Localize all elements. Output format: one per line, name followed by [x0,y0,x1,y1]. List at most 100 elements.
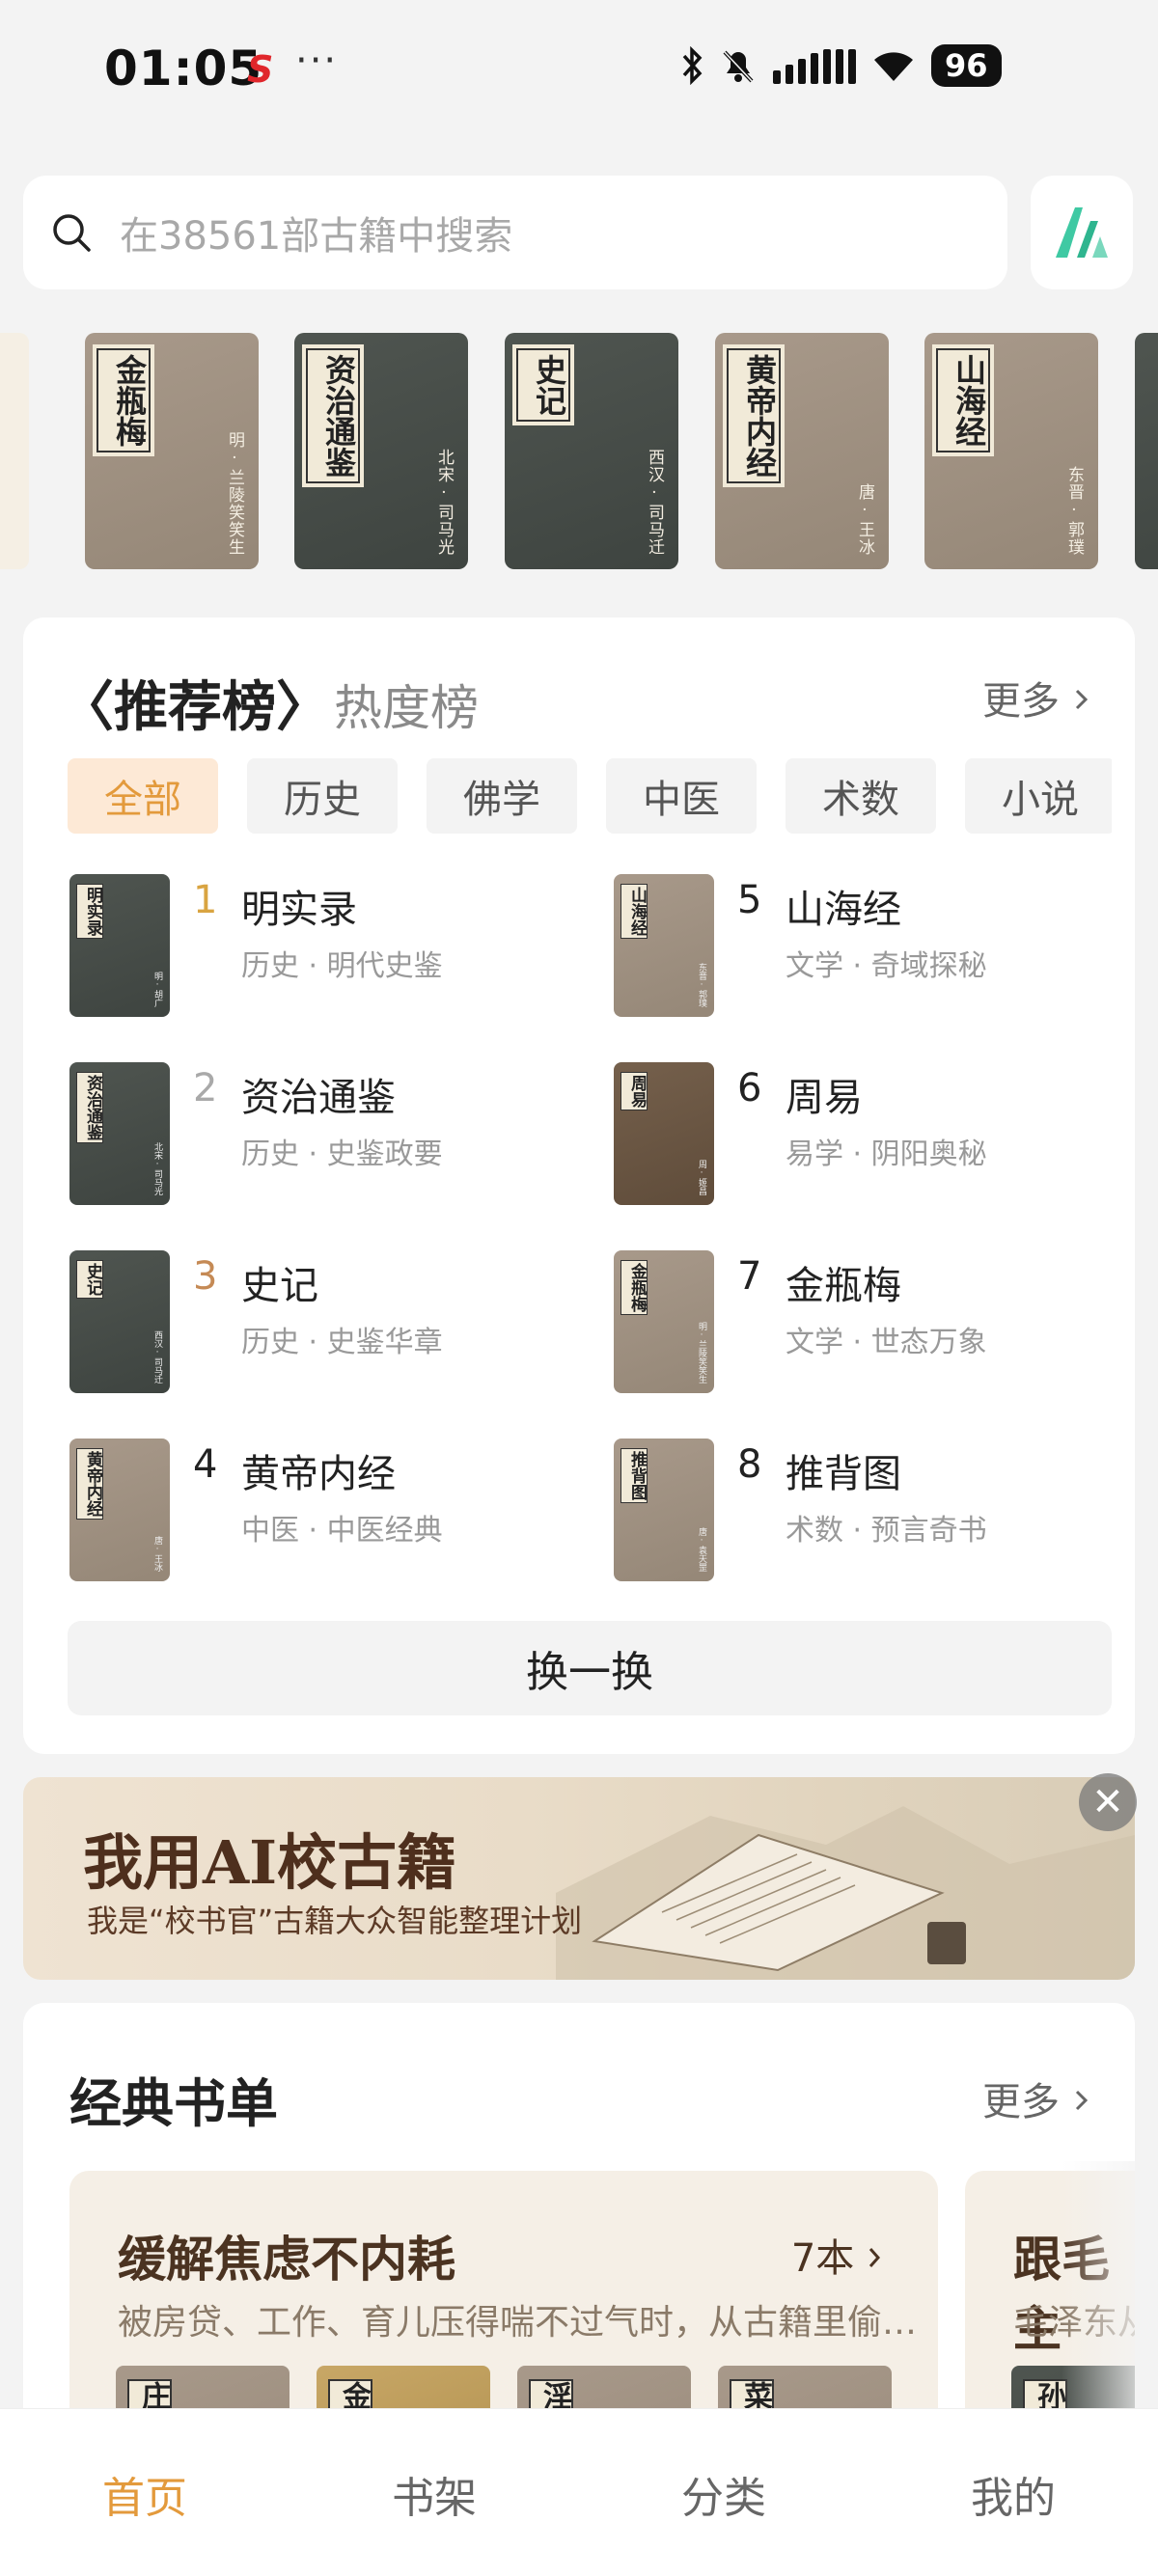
rank-number: 6 [737,1066,762,1110]
refresh-button[interactable]: 换一换 [68,1621,1112,1715]
featured-books-carousel[interactable]: 金瓶梅 明·兰陵笑笑生 资治通鉴 北宋·司马光 史记 西汉·司马迁 黄帝内经 唐… [0,333,1158,574]
chevron-right-icon [1075,2090,1088,2111]
book-cover-title: 金瓶梅 [96,348,151,452]
ranking-item[interactable]: 山海经 东晋·郭璞 5 山海经 文学 · 奇域探秘 [614,874,1116,1019]
chip-buddhism[interactable]: 佛学 [427,758,577,834]
book-cover[interactable]: 黄帝内经 唐·王冰 [715,333,889,569]
book-cover-title: 周易 [620,1072,648,1110]
book-title: 资治通鉴 [241,1076,396,1120]
book-title: 推背图 [786,1452,901,1496]
search-icon [53,214,91,252]
book-thumbnail: 史记西汉·司马迁 [69,1250,170,1393]
rank-number: 8 [737,1442,762,1487]
book-cover-author: 东晋·郭璞 [697,963,706,1007]
rank-number: 4 [193,1442,218,1487]
book-meta: 中医 · 中医经典 [241,1514,443,1548]
book-thumbnail: 金瓶梅明·兰陵笑笑生 [614,1250,714,1393]
book-cover-author: 明·胡广 [152,972,162,1007]
close-icon[interactable]: ✕ [1079,1773,1137,1831]
book-cover-author: 唐·王冰 [855,483,874,556]
book-cover-title: 史记 [516,348,570,422]
book-cover-author: 北宋·司马光 [152,1142,162,1195]
rank-number: 7 [737,1254,762,1299]
book-cover-title: 金瓶梅 [620,1260,648,1315]
book-thumbnail: 山海经 东晋·郭璞 [614,874,714,1017]
search-bar[interactable]: 在38561部古籍中搜索 [23,176,1007,289]
chip-history[interactable]: 历史 [247,758,398,834]
book-cover-title: 黄帝内经 [727,348,781,483]
book-thumbnail: 资治通鉴北宋·司马光 [69,1062,170,1205]
booklist-more-link[interactable]: 更多 [982,2070,1091,2126]
book-cover[interactable]: 金瓶梅 明·兰陵笑笑生 [85,333,259,569]
book-title: 周易 [786,1076,863,1120]
book-cover-partial[interactable] [0,333,29,569]
banner-subtitle: 我是“校书官”古籍大众智能整理计划 [87,1903,583,1939]
ranking-item[interactable]: 金瓶梅明·兰陵笑笑生 7 金瓶梅文学 · 世态万象 [614,1250,1116,1395]
chip-tcm[interactable]: 中医 [606,758,757,834]
nav-category[interactable]: 分类 [579,2409,868,2576]
book-cover-author: 明·兰陵笑笑生 [697,1322,706,1384]
chip-all[interactable]: 全部 [68,758,218,834]
mute-bell-icon [723,50,754,83]
book-meta: 文学 · 世态万象 [786,1326,987,1359]
tab-recommend-ranking[interactable]: 〈推荐榜〉 [60,664,330,742]
nav-profile[interactable]: 我的 [868,2409,1158,2576]
book-title: 史记 [241,1264,318,1308]
rank-number: 5 [737,878,762,922]
tab-hot-ranking[interactable]: 热度榜 [334,670,479,739]
book-meta: 历史 · 史鉴华章 [241,1326,443,1359]
ranking-item[interactable]: 周易 周·姬昌 6 周易 易学 · 阴阳奥秘 [614,1062,1116,1207]
nav-home[interactable]: 首页 [0,2409,290,2576]
booklist-description: 被房贷、工作、育儿压得喘不过气时，从古籍里偷… [118,2303,918,2343]
book-cover-title: 淫 [529,2379,573,2412]
book-cover-author: 北宋·司马光 [434,449,454,556]
ranking-item[interactable]: 明实录 明·胡广 1 明实录 历史 · 明代史鉴 [69,874,571,1019]
book-meta: 文学 · 奇域探秘 [786,949,987,983]
rank-number: 1 [193,878,218,922]
nav-bookshelf[interactable]: 书架 [290,2409,579,2576]
book-cover[interactable]: 山海经 东晋·郭璞 [924,333,1098,569]
booklist-title: 缓解焦虑不内耗 [118,2231,455,2288]
book-cover-title: 史记 [76,1260,103,1299]
ranking-item[interactable]: 资治通鉴北宋·司马光 2 资治通鉴历史 · 史鉴政要 [69,1062,571,1207]
book-thumbnail: 明实录明·胡广 [69,874,170,1017]
chevron-right-icon [868,2248,881,2267]
rank-number: 2 [193,1066,218,1110]
book-cover-title: 庄 [127,2379,172,2412]
more-label: 更多 [982,2080,1060,2124]
chip-fiction[interactable]: 小说 [965,758,1112,834]
book-title: 金瓶梅 [786,1264,901,1308]
ancient-book-illustration [556,1806,1135,1980]
ai-collation-banner[interactable]: 我用AI校古籍 我是“校书官”古籍大众智能整理计划 [23,1777,1135,1980]
ranking-item[interactable]: 史记西汉·司马迁 3 史记历史 · 史鉴华章 [69,1250,571,1395]
category-filter-chips: 全部 历史 佛学 中医 术数 小说 [68,758,1112,836]
chip-divination[interactable]: 术数 [786,758,936,834]
book-cover-author: 西汉·司马迁 [152,1330,162,1384]
book-cover-author: 西汉·司马迁 [645,449,664,556]
ranking-more-link[interactable]: 更多 [982,670,1091,726]
book-cover-author: 东晋·郭璞 [1064,466,1084,556]
ranking-item[interactable]: 黄帝内经 唐·王冰 4 黄帝内经 中医 · 中医经典 [69,1439,571,1583]
book-title: 黄帝内经 [241,1452,396,1496]
book-cover-title: 明实录 [76,884,103,939]
book-meta: 历史 · 史鉴政要 [241,1137,443,1171]
book-meta: 术数 · 预言奇书 [786,1514,987,1548]
ranking-item[interactable]: 推背图 唐·袁天罡 8 推背图 术数 · 预言奇书 [614,1439,1116,1583]
search-input-placeholder[interactable]: 在38561部古籍中搜索 [120,205,512,260]
book-cover-partial[interactable] [1135,333,1158,569]
book-cover-title: 金 [328,2379,372,2412]
book-cover-title: 资治通鉴 [76,1072,103,1143]
more-label: 更多 [982,679,1060,724]
banner-title: 我用AI校古籍 [83,1827,457,1898]
book-cover-title: 黄帝内经 [76,1448,103,1520]
rank-number: 3 [193,1254,218,1299]
book-cover[interactable]: 资治通鉴 北宋·司马光 [294,333,468,569]
booklist-section-title: 经典书单 [69,2072,278,2134]
book-title: 明实录 [241,888,357,932]
booklist-count[interactable]: 7本 [791,2227,884,2283]
ai-assistant-button[interactable] [1031,176,1133,289]
battery-indicator: 96 [931,44,1002,87]
book-cover[interactable]: 史记 西汉·司马迁 [505,333,678,569]
book-cover-author: 唐·袁天罡 [697,1527,706,1572]
book-cover-author: 周·姬昌 [697,1160,706,1195]
